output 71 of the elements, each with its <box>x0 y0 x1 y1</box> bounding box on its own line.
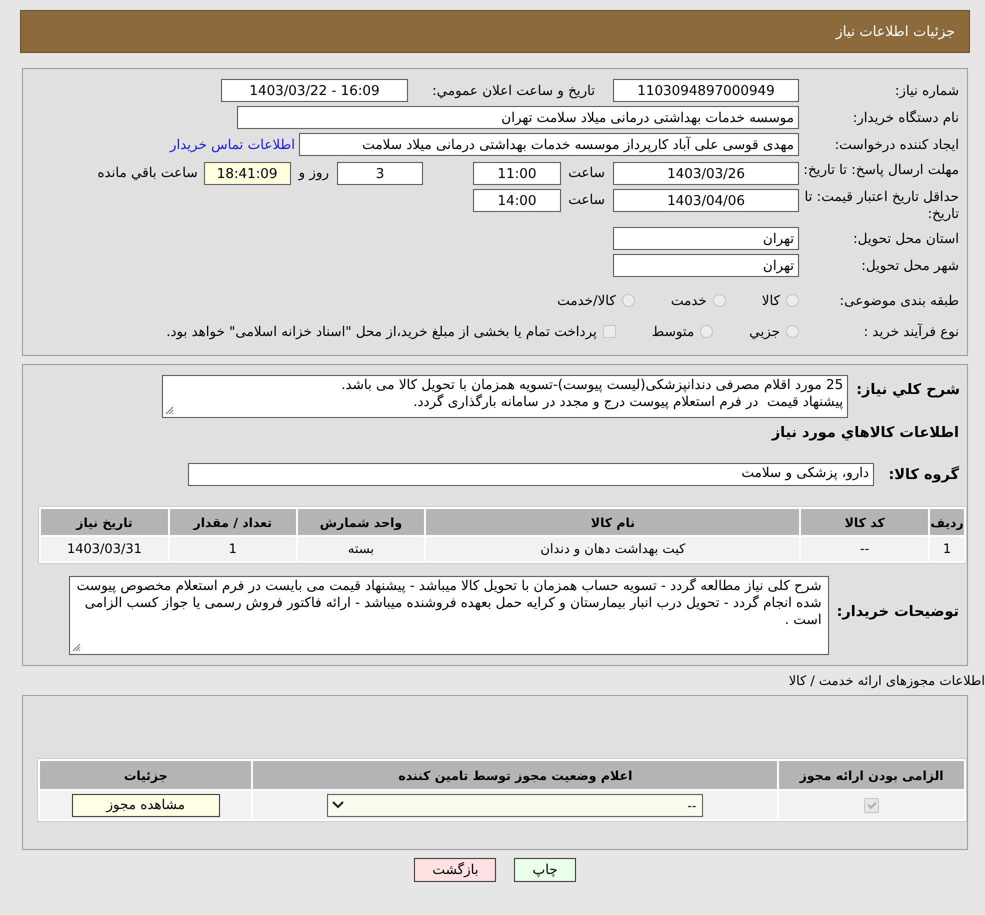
field-label: شماره نیاز: <box>894 82 960 98</box>
validity-date-field: 1403/04/06 <box>613 189 799 212</box>
column-header: کد کالا <box>801 509 928 535</box>
field-label: روز و <box>298 164 329 183</box>
city-field: تهران <box>613 254 799 277</box>
description-field[interactable]: 25 مورد اقلام مصرفی دندانپزشکی(لیست پیوست)-تسویه همزمان با تحویل کالا می باشد. پیشنهاد قیمت در فرم استعلام پیوست درج و مجدد در سامانه بارگذاری گردد. <box>162 375 848 418</box>
option-label: متوسط <box>652 324 694 340</box>
table-cell: 1 <box>930 537 964 561</box>
table-cell: کیت بهداشت دهان و دندان <box>426 537 800 561</box>
column-header: تاریخ نیاز <box>41 509 168 535</box>
field-label: نام دستگاه خریدار: <box>852 110 960 126</box>
table-cell: بسته <box>298 537 424 561</box>
requester-field: مهدی قوسی علی آباد کارپرداز موسسه خدمات بهداشتی درمانی میلاد سلامت <box>299 133 799 156</box>
province-field: تهران <box>613 227 799 250</box>
field-label: نوع فرآیند خرید : <box>862 324 960 340</box>
table-cell: 1403/03/31 <box>41 537 168 561</box>
section-title: اطلاعات مجوزهای ارائه خدمت / کالا <box>788 674 985 689</box>
option-label: کالا/خدمت <box>557 292 616 308</box>
status-select[interactable]: -- <box>327 794 704 816</box>
remaining-time-field: 18:41:09 <box>204 162 291 185</box>
column-header: واحد شمارش <box>298 509 424 535</box>
field-label: تاریخ و ساعت اعلان عمومي: <box>431 82 595 98</box>
section-title: اطلاعات کالاهاي مورد نياز <box>770 424 960 443</box>
field-label: ایجاد کننده درخواست: <box>834 136 960 152</box>
option-label: پرداخت تمام یا بخشی از مبلغ خرید،از محل "اسناد خزانه اسلامی" خواهد بود. <box>166 324 597 340</box>
days-field: 3 <box>337 162 423 185</box>
field-label: توضیحات خریدار: <box>836 604 960 620</box>
buyer-contact-link[interactable]: اطلاعات تماس خریدار <box>170 136 295 152</box>
goods-group-field: دارو، پزشکی و سلامت <box>188 463 874 486</box>
field-label: شهر محل تحویل: <box>860 258 960 274</box>
column-header: نام کالا <box>426 509 800 535</box>
page-title: جزئیات اطلاعات نیاز <box>836 24 955 40</box>
field-label: حداقل تاریخ اعتبار قیمت: تا تاریخ: <box>804 189 960 223</box>
field-label: گروه کالا: <box>887 466 960 482</box>
reply-time-field: 11:00 <box>473 162 561 185</box>
radio-button[interactable] <box>622 294 635 307</box>
field-label: طبقه بندی موضوعی: <box>838 292 960 308</box>
validity-time-field: 14:00 <box>473 189 561 212</box>
option-label: خدمت <box>670 292 707 308</box>
radio-button[interactable] <box>712 294 726 307</box>
buyer-name-field: موسسه خدمات بهداشتی درمانی میلاد سلامت تهران <box>237 106 799 129</box>
field-label: ساعت <box>569 191 605 210</box>
resize-grip-icon[interactable] <box>72 643 81 652</box>
option-label: جزيي <box>749 324 780 340</box>
checkbox[interactable] <box>602 325 616 338</box>
column-header: تعداد / مقدار <box>170 509 296 535</box>
field-label: ساعت <box>569 164 605 183</box>
announce-date-field: 1403/03/22 - 16:09 <box>221 79 408 102</box>
resize-grip-icon[interactable] <box>165 406 174 415</box>
option-label: کالا <box>762 292 780 308</box>
radio-button[interactable] <box>786 325 799 338</box>
back-button[interactable]: بازگشت <box>414 858 496 882</box>
print-button[interactable]: چاپ <box>514 858 576 882</box>
column-header: ردیف <box>930 509 964 535</box>
chevron-down-icon <box>332 801 344 809</box>
table-cell: -- <box>801 537 928 561</box>
radio-button[interactable] <box>786 294 799 307</box>
table-cell: 1 <box>170 537 296 561</box>
field-label: مهلت ارسال پاسخ: تا تاریخ: <box>802 162 960 179</box>
checkbox[interactable] <box>864 798 880 814</box>
column-header: اعلام وضعیت مجوز توسط تامین کننده <box>253 761 778 789</box>
reply-date-field: 1403/03/26 <box>613 162 799 185</box>
column-header: الزامی بودن ارائه مجوز <box>779 761 964 789</box>
radio-button[interactable] <box>700 325 714 338</box>
field-label: شرح کلي نياز: <box>855 381 961 398</box>
column-header: جزئیات <box>40 761 252 789</box>
field-label: استان محل تحویل: <box>852 230 960 246</box>
view-license-button[interactable]: مشاهده مجوز <box>72 794 220 816</box>
buyer-notes-field[interactable]: شرح کلی نیاز مطالعه گردد - تسویه حساب همزمان با تحویل کالا میباشد - پیشنهاد قیمت می بایست در فرم استعلام مخصوص پیوست شده انجام گردد - تحویل درب انبار بیمارستان و کرایه حمل بعهده فروشنده میباشد - ارائه فاکتور فروش رسمی یا جواز کسب الزامی است . <box>68 576 829 655</box>
need-number-field: 1103094897000949 <box>613 79 799 102</box>
field-label: ساعت باقي مانده <box>97 164 198 183</box>
